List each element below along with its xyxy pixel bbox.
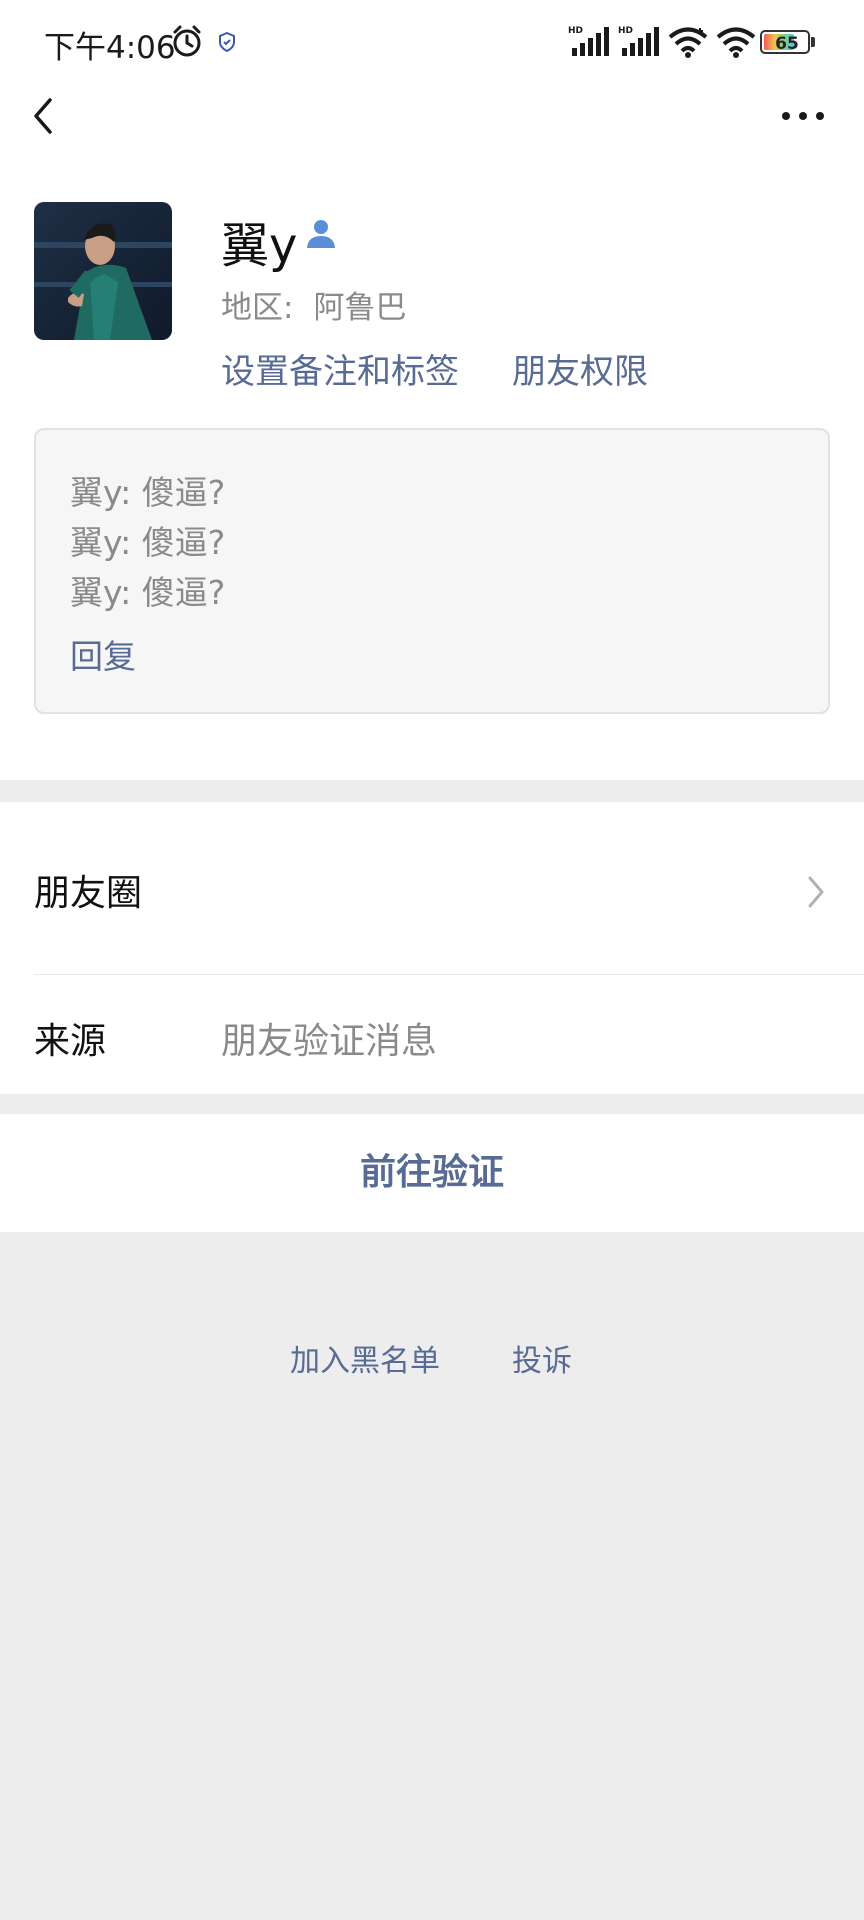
message-line: 翼y: 傻逼?	[70, 523, 226, 562]
go-verify-button[interactable]: 前往验证	[0, 1114, 864, 1232]
wifi-icon	[716, 27, 756, 58]
info-rows-section: 朋友圈 来源 朋友验证消息	[0, 802, 864, 1094]
svg-text:HD: HD	[568, 26, 583, 36]
source-row-value: 朋友验证消息	[221, 1021, 438, 1062]
row-divider	[34, 974, 864, 975]
message-line: 翼y: 傻逼?	[70, 573, 226, 612]
friend-permissions-link[interactable]: 朋友权限	[512, 344, 648, 393]
reply-link[interactable]: 回复	[70, 630, 136, 678]
status-bar: 下午4:06 HD HD 65	[0, 0, 864, 84]
report-link[interactable]: 投诉	[512, 1336, 572, 1380]
contact-person-icon	[307, 220, 335, 248]
signal-hd-icon: HD	[568, 26, 609, 56]
region-info: 地区: 阿鲁巴	[221, 282, 406, 327]
region-value: 阿鲁巴	[313, 290, 407, 326]
region-label: 地区:	[221, 290, 294, 326]
chevron-right-icon[interactable]	[806, 874, 826, 910]
battery-icon: 65	[760, 30, 816, 54]
svg-text:HD: HD	[618, 26, 633, 36]
wifi-icon	[668, 27, 708, 58]
set-remark-and-tags-link[interactable]: 设置备注和标签	[221, 344, 459, 393]
source-row-label: 来源	[34, 1021, 107, 1062]
avatar-image	[34, 202, 172, 340]
more-dots-icon[interactable]	[780, 106, 826, 126]
status-time: 下午4:06	[44, 30, 176, 66]
battery-level: 65	[775, 34, 799, 54]
verification-message-card: 翼y: 傻逼? 翼y: 傻逼? 翼y: 傻逼? 回复	[34, 428, 830, 714]
message-line: 翼y: 傻逼?	[70, 473, 226, 512]
profile-name: 翼y	[221, 218, 298, 274]
back-chevron-icon[interactable]	[26, 92, 62, 140]
moments-row-label[interactable]: 朋友圈	[34, 864, 142, 916]
alarm-icon	[173, 25, 201, 57]
add-to-blacklist-link[interactable]: 加入黑名单	[290, 1336, 440, 1380]
verify-section: 前往验证	[0, 1114, 864, 1232]
avatar[interactable]	[34, 202, 172, 340]
signal-hd-icon: HD	[618, 26, 659, 56]
shield-icon	[219, 32, 235, 52]
